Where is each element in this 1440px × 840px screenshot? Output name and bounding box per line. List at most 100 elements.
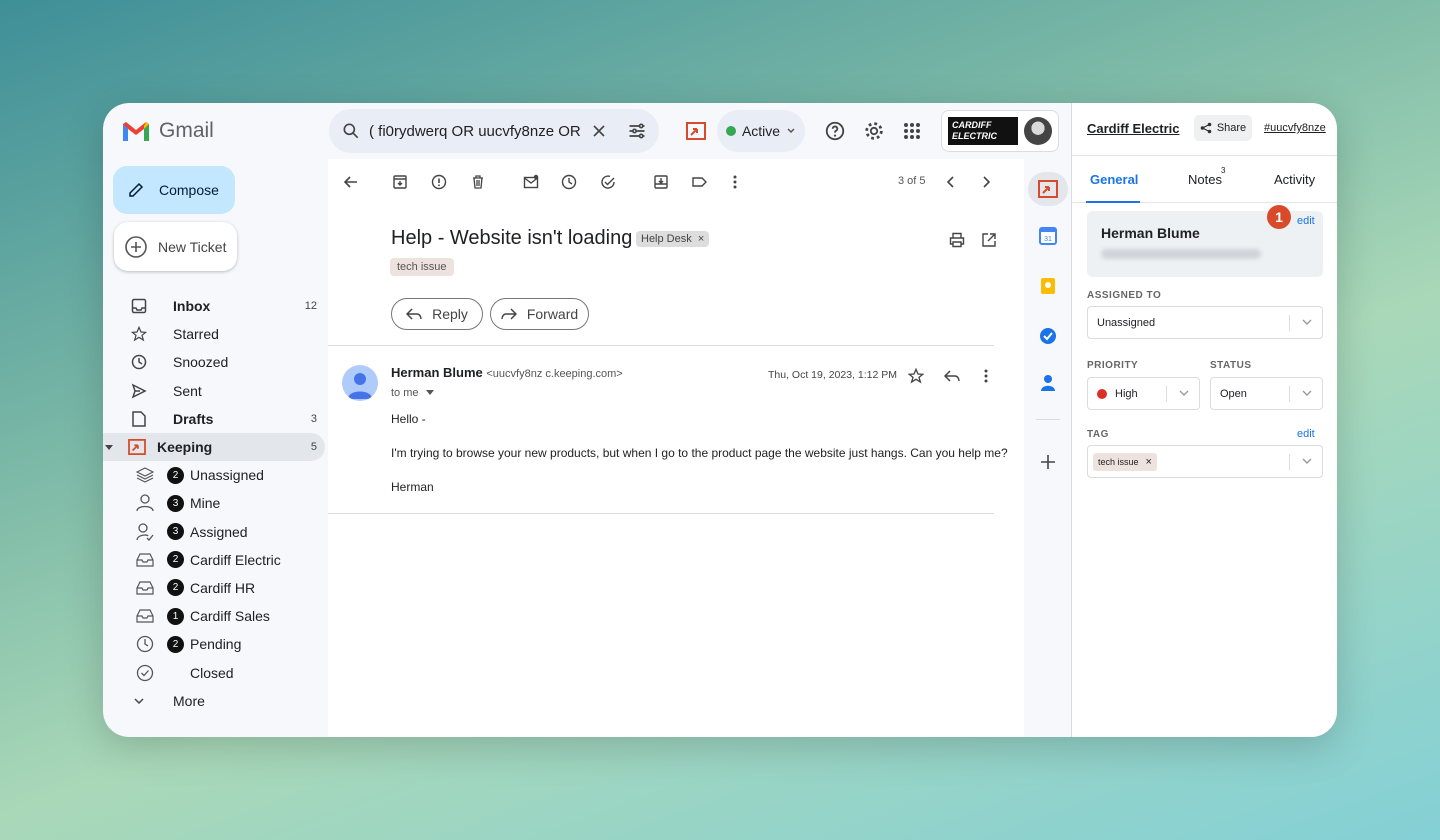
sidebar-item-mine[interactable]: 3 Mine xyxy=(113,489,325,517)
tray-icon xyxy=(136,553,154,567)
calendar-icon[interactable]: 31 xyxy=(1034,222,1061,249)
gmail-logo[interactable]: Gmail xyxy=(121,119,214,143)
status-dot xyxy=(725,126,736,136)
trash-icon[interactable] xyxy=(467,171,489,193)
tab-activity[interactable]: Activity xyxy=(1274,172,1315,187)
star-icon[interactable] xyxy=(905,365,927,387)
tag-select[interactable]: tech issue × xyxy=(1087,445,1323,478)
more-vertical-icon[interactable] xyxy=(724,171,746,193)
tab-notes[interactable]: Notes xyxy=(1188,172,1222,187)
open-new-window-icon[interactable] xyxy=(978,229,1000,251)
sidebar-item-starred[interactable]: Starred xyxy=(113,320,325,348)
strip-divider xyxy=(1036,419,1060,420)
sender-name[interactable]: Herman Blume xyxy=(391,365,483,380)
clear-search-icon[interactable] xyxy=(589,121,609,141)
search-bar[interactable]: ( fi0rydwerq OR uucvfy8nze OR xyxy=(329,109,659,153)
share-button[interactable]: Share xyxy=(1194,115,1252,141)
report-spam-icon[interactable] xyxy=(428,171,450,193)
keeping-icon xyxy=(128,439,146,456)
tasks-icon[interactable] xyxy=(1034,322,1061,349)
email-body-signoff: Herman xyxy=(391,480,434,494)
contact-email-redacted xyxy=(1101,249,1261,259)
sidebar-item-snoozed[interactable]: Snoozed xyxy=(113,348,325,376)
sidebar-item-more[interactable]: More xyxy=(113,687,325,715)
sidebar-item-closed[interactable]: Closed xyxy=(113,658,325,686)
add-app-plus-icon[interactable] xyxy=(1034,448,1061,475)
settings-gear-icon[interactable] xyxy=(860,117,888,145)
print-icon[interactable] xyxy=(946,229,968,251)
chevron-left-icon[interactable] xyxy=(940,171,962,193)
tab-general[interactable]: General xyxy=(1090,172,1138,187)
assigned-to-select[interactable]: Unassigned xyxy=(1087,306,1323,339)
count-badge: 2 xyxy=(167,579,184,597)
remove-label-icon[interactable]: × xyxy=(698,233,704,245)
edit-tags-link[interactable]: edit xyxy=(1297,428,1315,440)
caret-down-icon[interactable] xyxy=(105,443,113,451)
sidebar-item-cardiff-electric[interactable]: 2 Cardiff Electric xyxy=(113,546,325,574)
contacts-icon[interactable] xyxy=(1034,369,1061,396)
edit-contact-link[interactable]: edit xyxy=(1297,215,1315,227)
keeping-app-icon[interactable] xyxy=(1028,172,1068,206)
email-subject: Help - Website isn't loading xyxy=(391,227,633,249)
chevron-right-icon[interactable] xyxy=(975,171,997,193)
account-switcher[interactable]: CARDIFF ELECTRIC xyxy=(941,110,1059,152)
panel-tabs: General Notes 3 Activity xyxy=(1072,155,1337,203)
sidebar-item-assigned[interactable]: 3 Assigned xyxy=(113,518,325,546)
keeping-logo-icon[interactable] xyxy=(682,117,710,145)
search-input[interactable]: ( fi0rydwerq OR uucvfy8nze OR xyxy=(369,123,589,140)
clock-icon xyxy=(136,636,154,653)
back-arrow-icon[interactable] xyxy=(340,171,362,193)
add-task-icon[interactable] xyxy=(597,171,619,193)
move-to-icon[interactable] xyxy=(650,171,672,193)
sidebar-item-drafts[interactable]: Drafts 3 xyxy=(113,405,325,433)
priority-select[interactable]: High xyxy=(1087,377,1200,410)
reply-button[interactable]: Reply xyxy=(391,298,483,330)
sidebar-item-cardiff-hr[interactable]: 2 Cardiff HR xyxy=(113,574,325,602)
compose-button[interactable]: Compose xyxy=(113,166,235,214)
status-selector[interactable]: Active xyxy=(717,110,805,152)
tray-icon xyxy=(136,609,154,623)
sidebar-item-keeping[interactable]: Keeping 5 xyxy=(103,432,325,462)
sidebar-item-cardiff-sales[interactable]: 1 Cardiff Sales xyxy=(113,602,325,630)
mark-unread-icon[interactable] xyxy=(520,171,542,193)
caret-down-icon xyxy=(425,390,434,395)
remove-tag-icon[interactable]: × xyxy=(1146,456,1152,468)
apps-grid-icon[interactable] xyxy=(898,117,926,145)
app-window: Gmail ( fi0rydwerq OR uucvfy8nze OR Acti… xyxy=(103,103,1337,737)
new-ticket-button[interactable]: New Ticket xyxy=(114,222,237,271)
sidebar-item-unassigned[interactable]: 2 Unassigned xyxy=(113,461,325,489)
sender-avatar[interactable] xyxy=(342,365,378,401)
panel-org-title[interactable]: Cardiff Electric xyxy=(1087,121,1179,136)
priority-label: PRIORITY xyxy=(1087,360,1139,371)
search-options-icon[interactable] xyxy=(627,121,647,141)
label-chip-helpdesk[interactable]: Help Desk × xyxy=(636,231,710,247)
search-icon[interactable] xyxy=(341,121,361,141)
recipient-toggle[interactable]: to me xyxy=(391,387,434,399)
sidebar-item-pending[interactable]: 2 Pending xyxy=(113,630,325,658)
pencil-icon xyxy=(129,182,144,197)
pagination-text: 3 of 5 xyxy=(898,175,926,187)
tag-chip[interactable]: tech issue xyxy=(390,258,454,276)
status-field-label: STATUS xyxy=(1210,360,1252,371)
contact-card: Herman Blume 1 edit xyxy=(1087,205,1323,277)
ticket-id-link[interactable]: #uucvfy8nze xyxy=(1264,122,1326,134)
snooze-clock-icon[interactable] xyxy=(558,171,580,193)
star-icon xyxy=(131,326,147,342)
user-avatar[interactable] xyxy=(1024,117,1052,145)
sidebar-item-sent[interactable]: Sent xyxy=(113,377,325,405)
reply-arrow-icon[interactable] xyxy=(941,365,963,387)
archive-icon[interactable] xyxy=(389,171,411,193)
tag-chip[interactable]: tech issue × xyxy=(1093,452,1157,471)
sidebar-item-inbox[interactable]: Inbox 12 xyxy=(113,292,325,320)
more-vertical-icon[interactable] xyxy=(975,365,997,387)
chevron-down-icon xyxy=(787,128,795,134)
keep-notes-icon[interactable] xyxy=(1034,272,1061,299)
email-body-text: I'm trying to browse your new products, … xyxy=(391,446,1008,460)
layers-icon xyxy=(136,467,154,483)
status-select[interactable]: Open xyxy=(1210,377,1323,410)
forward-button[interactable]: Forward xyxy=(490,298,589,330)
side-apps-strip: 31 xyxy=(1024,159,1071,737)
help-icon[interactable] xyxy=(821,117,849,145)
label-tag-icon[interactable] xyxy=(688,171,710,193)
email-view: 3 of 5 Help - Website isn't loading Help… xyxy=(328,159,1024,737)
